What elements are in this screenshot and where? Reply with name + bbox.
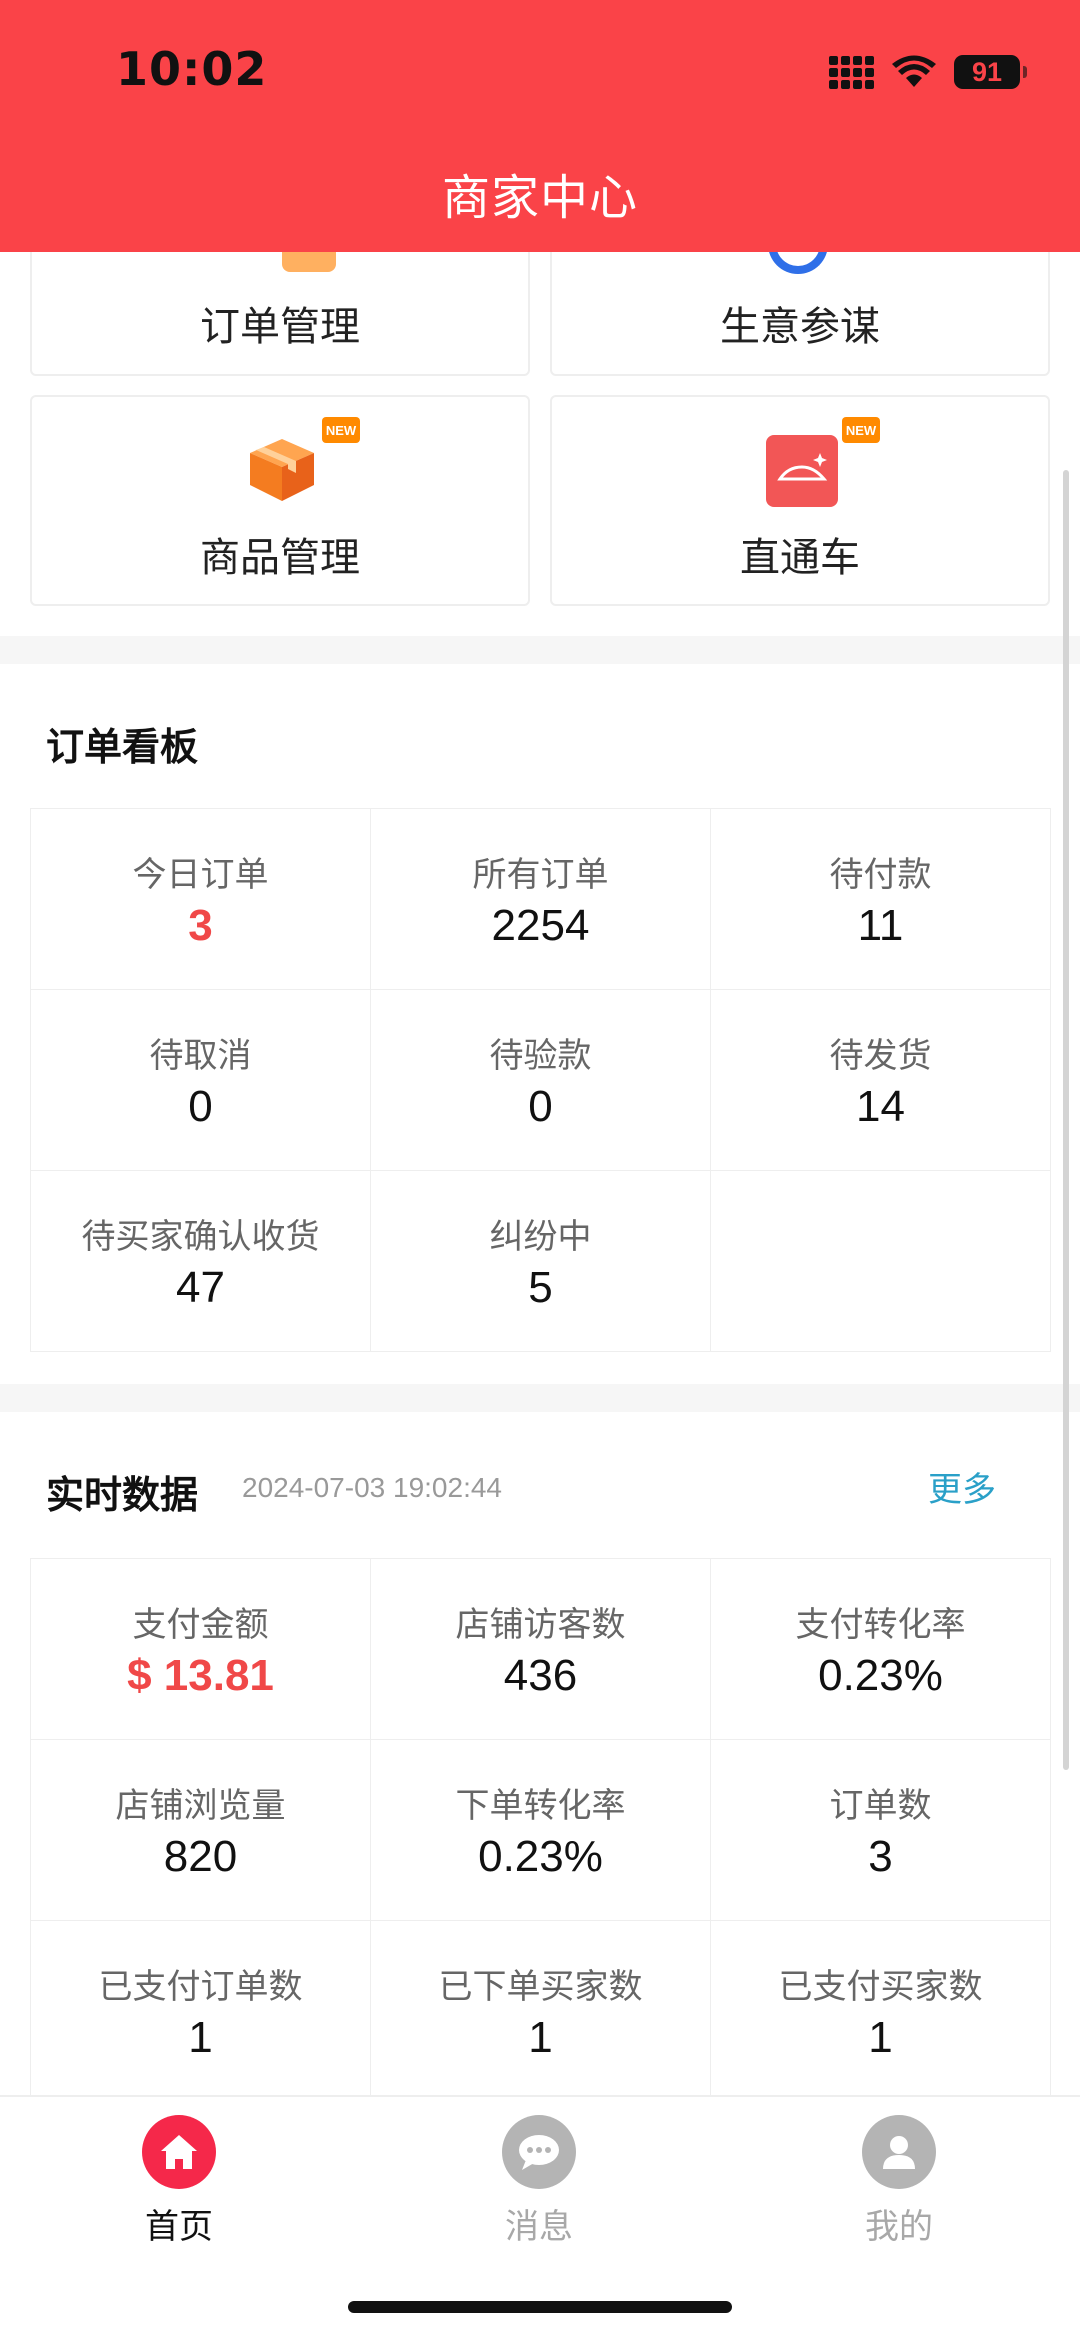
- stat-label: 下单转化率: [455, 1786, 626, 1826]
- realtime-title: 实时数据: [46, 1473, 199, 1517]
- home-icon: [142, 2115, 216, 2189]
- stat-label: 待付款: [829, 855, 932, 895]
- stat-value: 0: [528, 1082, 553, 1131]
- stat-cell-pending-payment[interactable]: 待付款 11: [711, 809, 1051, 990]
- stat-label: 已支付订单数: [98, 1967, 303, 2007]
- stat-value: 1: [868, 2013, 893, 2062]
- section-divider: [0, 636, 1080, 664]
- feature-card-express-train[interactable]: NEW 直通车: [550, 395, 1050, 606]
- stat-cell-order-conversion[interactable]: 下单转化率 0.23%: [371, 1740, 711, 1921]
- stat-value: 820: [163, 1832, 238, 1881]
- stat-value: 436: [503, 1651, 578, 1700]
- stat-cell-paid-orders[interactable]: 已支付订单数 1: [31, 1921, 371, 2102]
- stat-cell-order-count[interactable]: 订单数 3: [711, 1740, 1051, 1921]
- section-divider: [0, 1384, 1080, 1412]
- tab-label: 首页: [145, 2207, 213, 2247]
- stat-value: 11: [857, 901, 904, 950]
- home-indicator[interactable]: [348, 2301, 732, 2313]
- stat-value: 1: [528, 2013, 553, 2062]
- stat-value: 0: [188, 1082, 213, 1131]
- stat-label: 待发货: [829, 1036, 932, 1076]
- stat-value: 2254: [491, 901, 590, 950]
- stat-label: 支付金额: [132, 1605, 269, 1645]
- stat-label: 已下单买家数: [438, 1967, 643, 2007]
- tab-mine[interactable]: 我的: [819, 2115, 979, 2248]
- stat-value: 47: [176, 1263, 225, 1312]
- status-icons: 91: [829, 50, 1027, 94]
- more-link[interactable]: 更多: [928, 1462, 996, 1511]
- stat-cell-store-pageviews[interactable]: 店铺浏览量 820: [31, 1740, 371, 1921]
- stat-cell-store-visitors[interactable]: 店铺访客数 436: [371, 1559, 711, 1740]
- wifi-icon: [892, 55, 936, 87]
- status-time: 10:02: [116, 42, 268, 96]
- cellular-signal-icon: [829, 55, 874, 89]
- stat-value: 1: [188, 2013, 213, 2062]
- stat-value: 14: [856, 1082, 905, 1131]
- stat-value: 0.23%: [478, 1832, 603, 1881]
- realtime-timestamp: 2024-07-03 19:02:44: [242, 1472, 502, 1503]
- stat-label: 今日订单: [132, 855, 269, 895]
- stat-value: 0.23%: [818, 1651, 943, 1700]
- stat-label: 支付转化率: [795, 1605, 966, 1645]
- new-badge: NEW: [842, 417, 880, 443]
- stat-label: 订单数: [829, 1786, 932, 1826]
- feature-card-product-management[interactable]: NEW 商品管理: [30, 395, 530, 606]
- package-box-icon: [250, 439, 314, 501]
- message-icon: [502, 2115, 576, 2189]
- page-title: 商家中心: [441, 170, 638, 226]
- stat-cell-pending-shipment[interactable]: 待发货 14: [711, 990, 1051, 1171]
- order-board-title: 订单看板: [46, 725, 199, 769]
- stat-value: $ 13.81: [127, 1651, 274, 1700]
- stat-label: 所有订单: [472, 855, 609, 895]
- stat-cell-today-orders[interactable]: 今日订单 3: [31, 809, 371, 990]
- tab-label: 我的: [865, 2207, 933, 2247]
- scrollbar[interactable]: [1063, 470, 1069, 1770]
- stat-value: 3: [868, 1832, 893, 1881]
- feature-label: 直通车: [740, 535, 860, 581]
- car-icon: [766, 435, 838, 507]
- realtime-grid: 支付金额 $ 13.81 店铺访客数 436 支付转化率 0.23% 店铺浏览量 820…: [30, 1558, 1051, 2102]
- stat-cell-all-orders[interactable]: 所有订单 2254: [371, 809, 711, 990]
- stat-cell-disputes[interactable]: 纠纷中 5: [371, 1171, 711, 1352]
- order-board-grid: 今日订单 3 所有订单 2254 待付款 11 待取消 0 待验款 0 待发货 14 待买家…: [30, 808, 1051, 1352]
- battery-icon: 91: [954, 55, 1027, 89]
- stat-cell-pending-cancel[interactable]: 待取消 0: [31, 990, 371, 1171]
- stat-cell-payment-conversion[interactable]: 支付转化率 0.23%: [711, 1559, 1051, 1740]
- stat-cell-paying-buyers[interactable]: 已支付买家数 1: [711, 1921, 1051, 2102]
- feature-label: 生意参谋: [720, 304, 880, 350]
- stat-label: 待买家确认收货: [81, 1217, 320, 1257]
- stat-label: 纠纷中: [489, 1217, 592, 1257]
- stat-label: 待验款: [489, 1036, 592, 1076]
- stat-value: 5: [528, 1263, 553, 1312]
- stat-label: 待取消: [149, 1036, 252, 1076]
- stat-cell-ordering-buyers[interactable]: 已下单买家数 1: [371, 1921, 711, 2102]
- new-badge: NEW: [322, 417, 360, 443]
- stat-label: 已支付买家数: [778, 1967, 983, 2007]
- tab-label: 消息: [505, 2207, 573, 2247]
- tab-messages[interactable]: 消息: [459, 2115, 619, 2248]
- stat-label: 店铺访客数: [455, 1605, 626, 1645]
- stat-value: 3: [188, 901, 213, 950]
- stat-cell-awaiting-receipt[interactable]: 待买家确认收货 47: [31, 1171, 371, 1352]
- empty-cell: [711, 1171, 1051, 1352]
- feature-label: 订单管理: [200, 304, 360, 350]
- feature-label: 商品管理: [200, 535, 360, 581]
- tab-home[interactable]: 首页: [99, 2115, 259, 2248]
- user-icon: [862, 2115, 936, 2189]
- app-header: 10:02 91 商家中心: [0, 0, 1080, 252]
- stat-cell-payment-amount[interactable]: 支付金额 $ 13.81: [31, 1559, 371, 1740]
- stat-cell-pending-verification[interactable]: 待验款 0: [371, 990, 711, 1171]
- stat-label: 店铺浏览量: [115, 1786, 286, 1826]
